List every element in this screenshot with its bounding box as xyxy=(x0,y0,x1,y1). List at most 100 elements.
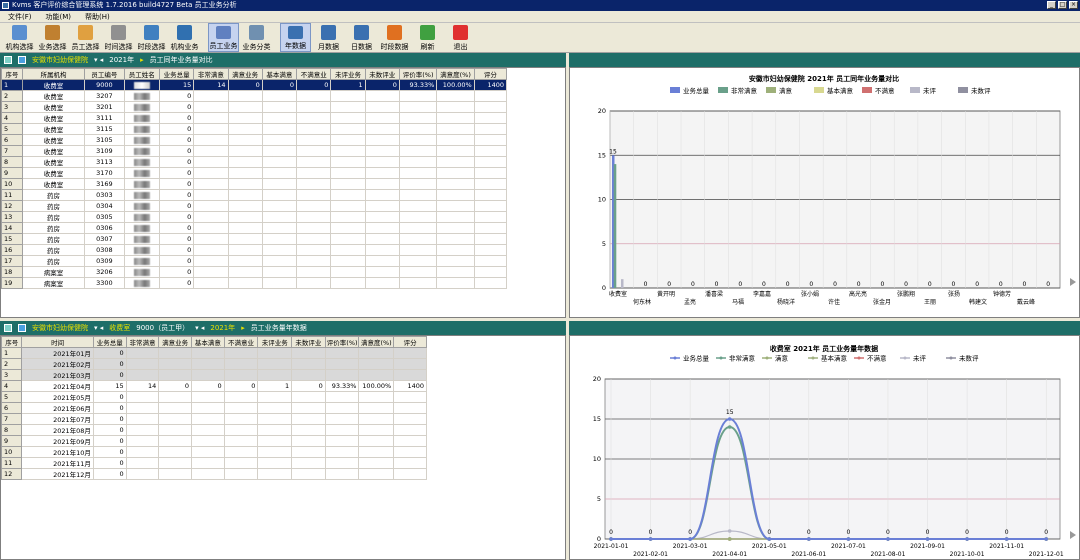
table-cell[interactable] xyxy=(473,189,508,201)
column-header[interactable]: 满意业务 xyxy=(158,336,192,348)
table-cell[interactable] xyxy=(296,277,332,289)
toolbar-button-6[interactable]: 机构业务 xyxy=(169,23,200,52)
table-cell[interactable] xyxy=(330,211,366,223)
table-cell[interactable]: 3300 xyxy=(84,277,125,289)
table-row[interactable]: 7 收费室 3109 0 xyxy=(1,145,508,157)
table-cell[interactable] xyxy=(261,233,298,245)
table-cell[interactable] xyxy=(324,358,360,370)
menu-help[interactable]: 帮助(H) xyxy=(85,11,110,22)
table-cell[interactable] xyxy=(123,112,160,124)
table-cell[interactable] xyxy=(291,347,326,359)
table-cell[interactable]: 2021年09月 xyxy=(21,435,94,447)
table-cell[interactable] xyxy=(123,266,160,278)
table-cell[interactable]: 0 xyxy=(92,347,127,359)
table-cell[interactable] xyxy=(436,178,475,190)
table-cell[interactable] xyxy=(291,358,326,370)
table-cell[interactable]: 0 xyxy=(261,79,298,91)
table-cell[interactable]: 0 xyxy=(158,380,192,392)
table-cell[interactable] xyxy=(190,468,225,480)
table-row[interactable]: 8 2021年08月 0 xyxy=(1,424,427,436)
table-cell[interactable] xyxy=(393,402,427,414)
table-cell[interactable]: 2021年03月 xyxy=(21,369,94,381)
column-header[interactable]: 未数评业 xyxy=(364,68,400,80)
table-cell[interactable] xyxy=(123,255,160,267)
table-cell[interactable]: 0 xyxy=(158,244,195,256)
toolbar-button-2[interactable]: 业务选择 xyxy=(37,23,68,52)
table-cell[interactable] xyxy=(330,101,366,113)
row-number[interactable]: 16 xyxy=(1,244,23,256)
row-number[interactable]: 3 xyxy=(1,101,23,113)
table-cell[interactable] xyxy=(296,178,332,190)
table-row[interactable]: 1 收费室 9000 15 14 0 0 0 1 0 93.33% 100.00% 1400 xyxy=(1,79,508,91)
table-cell[interactable] xyxy=(227,145,263,157)
table-cell[interactable]: 药房 xyxy=(21,255,86,267)
table-cell[interactable] xyxy=(193,167,229,179)
dropdown-arrow-icon[interactable]: ▾ ◂ xyxy=(195,321,204,335)
table-cell[interactable]: 0 xyxy=(158,200,195,212)
table-cell[interactable]: 2021年07月 xyxy=(21,413,94,425)
table-cell[interactable] xyxy=(436,244,475,256)
table-cell[interactable] xyxy=(330,266,366,278)
table-cell[interactable] xyxy=(227,123,263,135)
table-cell[interactable] xyxy=(436,156,475,168)
table-cell[interactable] xyxy=(227,211,263,223)
table-cell[interactable] xyxy=(261,167,298,179)
table-row[interactable]: 11 2021年11月 0 xyxy=(1,457,427,469)
table-cell[interactable] xyxy=(125,391,160,403)
table-cell[interactable] xyxy=(257,369,293,381)
table-cell[interactable]: 3115 xyxy=(84,123,125,135)
row-number[interactable]: 5 xyxy=(1,123,23,135)
table-cell[interactable] xyxy=(393,391,427,403)
table-cell[interactable] xyxy=(261,134,298,146)
table-cell[interactable] xyxy=(436,200,475,212)
table-row[interactable]: 16 药房 0308 0 xyxy=(1,244,508,256)
table-cell[interactable] xyxy=(257,468,293,480)
table-cell[interactable] xyxy=(193,112,229,124)
row-number[interactable]: 10 xyxy=(1,446,23,458)
table-row[interactable]: 14 药房 0306 0 xyxy=(1,222,508,234)
table-cell[interactable] xyxy=(436,90,475,102)
table-cell[interactable]: 0 xyxy=(158,211,195,223)
table-cell[interactable] xyxy=(261,90,298,102)
table-cell[interactable] xyxy=(436,101,475,113)
table-cell[interactable] xyxy=(296,145,332,157)
table-row[interactable]: 1 2021年01月 0 xyxy=(1,347,427,359)
table-cell[interactable]: 药房 xyxy=(21,244,86,256)
table-cell[interactable] xyxy=(190,413,225,425)
table-cell[interactable]: 3207 xyxy=(84,90,125,102)
table-cell[interactable] xyxy=(330,145,366,157)
table-row[interactable]: 7 2021年07月 0 xyxy=(1,413,427,425)
row-number[interactable]: 9 xyxy=(1,167,23,179)
table-cell[interactable] xyxy=(291,413,326,425)
table-cell[interactable] xyxy=(123,211,160,223)
table-cell[interactable]: 药房 xyxy=(21,200,86,212)
table-cell[interactable] xyxy=(358,358,395,370)
table-cell[interactable] xyxy=(473,233,508,245)
table-cell[interactable]: 0 xyxy=(158,90,195,102)
table-cell[interactable] xyxy=(296,189,332,201)
table-cell[interactable] xyxy=(296,134,332,146)
column-header[interactable]: 评价率(%) xyxy=(324,336,360,348)
table-cell[interactable]: 收费室 xyxy=(21,167,86,179)
table-cell[interactable] xyxy=(324,347,360,359)
table-cell[interactable]: 3201 xyxy=(84,101,125,113)
table-row[interactable]: 9 2021年09月 0 xyxy=(1,435,427,447)
table-cell[interactable] xyxy=(330,156,366,168)
table-cell[interactable] xyxy=(436,189,475,201)
table-row[interactable]: 5 收费室 3115 0 xyxy=(1,123,508,135)
table-cell[interactable] xyxy=(398,167,438,179)
table-cell[interactable] xyxy=(296,244,332,256)
table-cell[interactable]: 15 xyxy=(158,79,195,91)
table-row[interactable]: 17 药房 0309 0 xyxy=(1,255,508,267)
table-cell[interactable]: 0 xyxy=(158,145,195,157)
table-cell[interactable] xyxy=(398,255,438,267)
table-cell[interactable] xyxy=(261,255,298,267)
table-row[interactable]: 8 收费室 3113 0 xyxy=(1,156,508,168)
table-cell[interactable] xyxy=(324,446,360,458)
table-cell[interactable]: 0 xyxy=(227,79,263,91)
table-cell[interactable] xyxy=(330,178,366,190)
table-cell[interactable] xyxy=(125,468,160,480)
row-number[interactable]: 14 xyxy=(1,222,23,234)
table-row[interactable]: 19 病案室 3300 0 xyxy=(1,277,508,289)
table-cell[interactable] xyxy=(436,266,475,278)
